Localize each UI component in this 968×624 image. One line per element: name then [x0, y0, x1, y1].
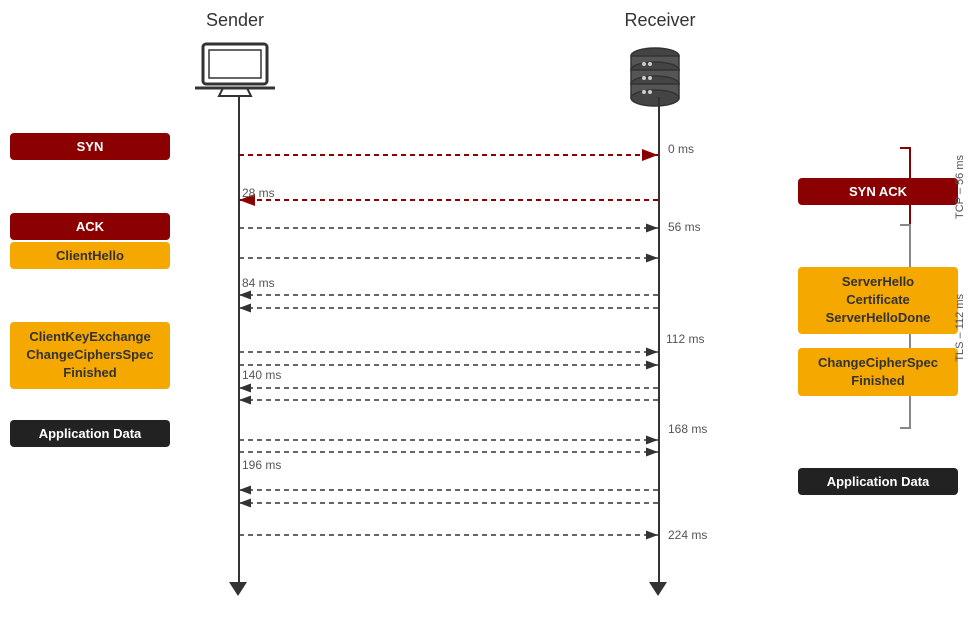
syn-ack-label: SYN ACK	[798, 178, 958, 205]
client-hello-label: ClientHello	[10, 242, 170, 269]
timestamp-168ms: 168 ms	[668, 422, 707, 436]
client-key-label: ClientKeyExchangeChangeCiphersSpecFinish…	[10, 322, 170, 389]
sender-laptop-icon	[195, 42, 275, 97]
diagram-container: Sender Receiver	[0, 0, 968, 624]
tcp-brace-label: TCP – 56 ms	[952, 148, 966, 225]
timestamp-140ms: 140 ms	[242, 368, 281, 382]
sender-timeline	[238, 97, 240, 587]
timestamp-0ms: 0 ms	[668, 142, 694, 156]
timestamp-224ms: 224 ms	[668, 528, 707, 542]
syn-label: SYN	[10, 133, 170, 160]
receiver-timeline	[658, 97, 660, 587]
change-cipher-label: ChangeCipherSpecFinished	[798, 348, 958, 396]
app-data-left-label: Application Data	[10, 420, 170, 447]
app-data-right-label: Application Data	[798, 468, 958, 495]
sender-label: Sender	[195, 10, 275, 31]
timestamp-196ms: 196 ms	[242, 458, 281, 472]
receiver-arrow-down	[649, 582, 667, 596]
timestamp-84ms: 84 ms	[242, 276, 275, 290]
tls-brace-label: TLS – 112 ms	[952, 230, 966, 425]
receiver-server-icon	[620, 42, 690, 112]
timestamp-112ms: 112 ms	[666, 332, 704, 346]
ack-label: ACK	[10, 213, 170, 240]
sender-arrow-down	[229, 582, 247, 596]
timestamp-56ms: 56 ms	[668, 220, 701, 234]
timestamp-28ms: 28 ms	[242, 186, 275, 200]
receiver-label: Receiver	[620, 10, 700, 31]
server-hello-label: ServerHelloCertificateServerHelloDone	[798, 267, 958, 334]
